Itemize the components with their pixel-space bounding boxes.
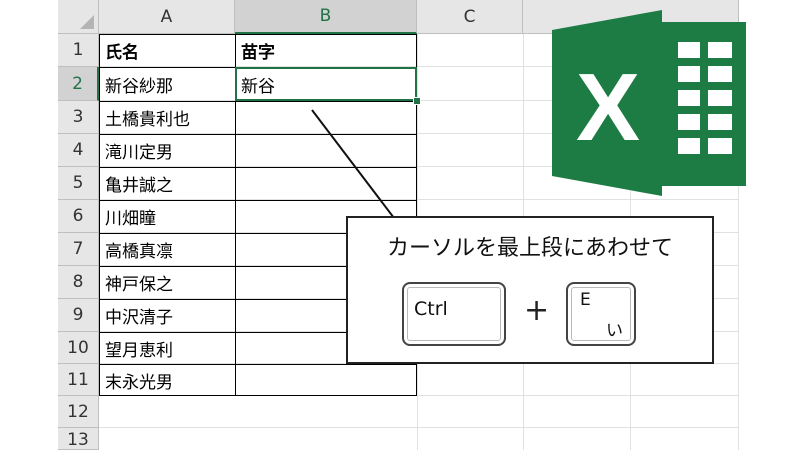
ctrl-key-icon: Ctrl bbox=[402, 282, 506, 346]
ctrl-key-label: Ctrl bbox=[414, 298, 448, 320]
plus-sign: + bbox=[524, 293, 550, 328]
excel-logo-letter: X bbox=[576, 54, 640, 161]
callout-instruction-text: カーソルを最上段にあわせて bbox=[386, 236, 673, 261]
e-key-kana-label: い bbox=[606, 321, 623, 341]
e-key-label: E bbox=[580, 290, 591, 310]
e-key-icon: E い bbox=[566, 282, 636, 346]
shortcut-callout: カーソルを最上段にあわせて Ctrl + E い bbox=[346, 216, 714, 364]
excel-logo-icon: X bbox=[552, 10, 746, 196]
